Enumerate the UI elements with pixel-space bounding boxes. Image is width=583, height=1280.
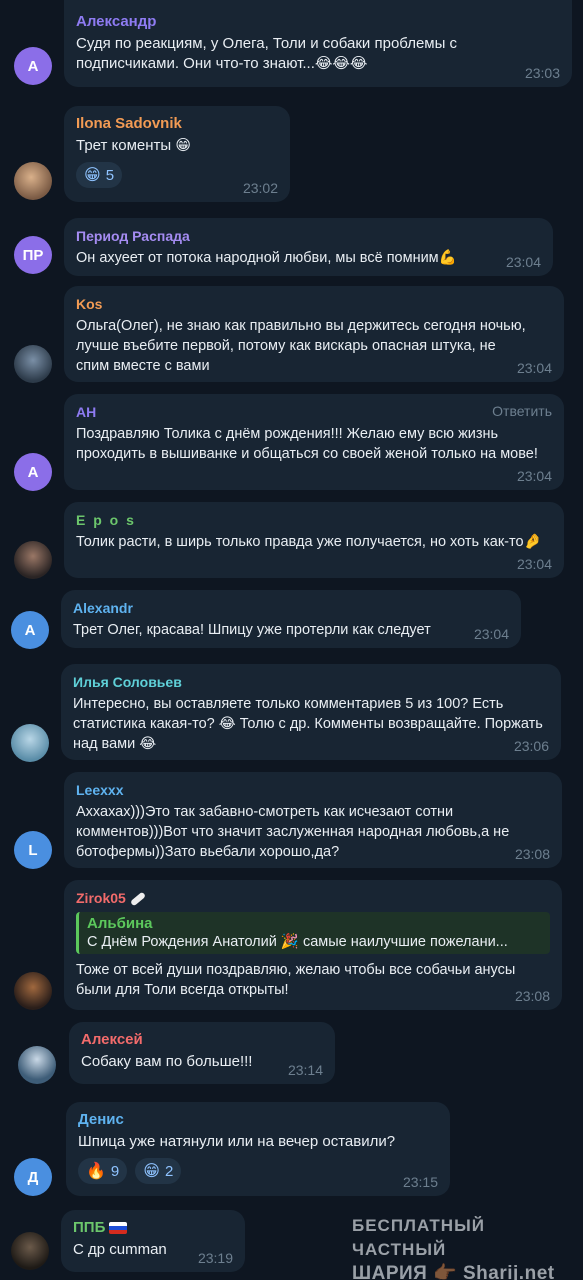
- grin-emoji-icon: 😁: [143, 1163, 160, 1180]
- reaction-button[interactable]: 😁 5: [76, 162, 123, 188]
- message-author[interactable]: Период Распада: [76, 226, 541, 246]
- message-bubble[interactable]: Alexandr Трет Олег, красава! Шпицу уже п…: [61, 590, 521, 648]
- watermark-line1: БЕСПЛАТНЫЙ ЧАСТНЫЙ: [352, 1216, 485, 1259]
- message-time: 23:15: [402, 1174, 438, 1190]
- message-text: Поздравляю Толика с днём рождения!!! Жел…: [76, 426, 538, 462]
- avatar-letter: Д: [27, 1168, 39, 1186]
- watermark: БЕСПЛАТНЫЙ ЧАСТНЫЙ ШАРИЯ 👉🏾 Sharij.net: [352, 1214, 583, 1280]
- avatar-letter: ПР: [22, 246, 44, 264]
- avatar-letter: L: [28, 841, 38, 859]
- message-time: 23:04: [505, 254, 541, 270]
- message-text: Тоже от всей души поздравляю, желаю чтоб…: [76, 962, 516, 998]
- author-name: ППБ: [73, 1219, 106, 1236]
- user-photo-icon[interactable]: [14, 162, 52, 200]
- message-text: Трет коменты 😁: [76, 137, 192, 154]
- message-bubble[interactable]: ППБ С др cumman 23:19: [61, 1210, 245, 1272]
- quote-text: С Днём Рождения Анатолий 🎉 самые наилучш…: [87, 934, 508, 950]
- message-text: Аххахах)))Это так забавно-смотреть как и…: [76, 804, 510, 860]
- message-text: Собаку вам по больше!!!: [81, 1053, 253, 1070]
- message-author[interactable]: Денис: [78, 1110, 438, 1130]
- message-bubble[interactable]: Zirok05 Альбина С Днём Рождения Анатолий…: [64, 880, 562, 1010]
- message: А Александр Судя по реакциям, у Олега, Т…: [0, 0, 583, 96]
- author-name: Zirok05: [76, 890, 126, 906]
- message-time: 23:06: [513, 738, 549, 754]
- grin-emoji-icon: 😁: [84, 167, 101, 184]
- message-time: 23:04: [516, 360, 552, 376]
- message-text: Трет Олег, красава! Шпицу уже протерли к…: [73, 622, 431, 638]
- avatar[interactable]: Д: [14, 1158, 52, 1196]
- message-author[interactable]: Zirok05: [76, 888, 550, 908]
- message-time: 23:04: [516, 468, 552, 484]
- message-time: 23:04: [473, 626, 509, 642]
- avatar[interactable]: А: [14, 47, 52, 85]
- message-author[interactable]: Алексей: [81, 1030, 323, 1050]
- message-bubble[interactable]: Leexxx Аххахах)))Это так забавно-смотрет…: [64, 772, 562, 868]
- avatar[interactable]: ПР: [14, 236, 52, 274]
- watermark-line2: ШАРИЯ 👉🏾 Sharij.net: [352, 1263, 555, 1280]
- message-author[interactable]: ППБ: [73, 1218, 233, 1238]
- message-time: 23:19: [197, 1250, 233, 1266]
- avatar[interactable]: А: [14, 453, 52, 491]
- message-bubble[interactable]: Период Распада Он ахуеет от потока народ…: [64, 218, 553, 276]
- message-author[interactable]: Leexxx: [76, 780, 550, 800]
- message-text: Судя по реакциям, у Олега, Толи и собаки…: [76, 35, 458, 72]
- message-bubble[interactable]: Денис Шпица уже натянули или на вечер ос…: [66, 1102, 450, 1196]
- reaction-count: 5: [105, 166, 115, 184]
- quote-author: Альбина: [87, 915, 153, 932]
- avatar[interactable]: A: [11, 611, 49, 649]
- message-time: 23:08: [514, 846, 550, 862]
- message-time: 23:03: [524, 65, 560, 81]
- message-text: Он ахуеет от потока народной любви, мы в…: [76, 250, 457, 266]
- message-bubble[interactable]: E p o s Толик расти, в ширь только правд…: [64, 502, 564, 578]
- message-bubble[interactable]: Александр Судя по реакциям, у Олега, Тол…: [64, 0, 572, 87]
- message-text: Толик расти, в ширь только правда уже по…: [76, 534, 542, 550]
- reaction-count: 2: [164, 1162, 174, 1180]
- message-author[interactable]: Александр: [76, 12, 560, 32]
- bone-icon: [129, 891, 146, 907]
- user-photo-icon[interactable]: [11, 724, 49, 762]
- user-photo-icon[interactable]: [18, 1046, 56, 1084]
- message-author[interactable]: АН: [76, 402, 552, 422]
- message-time: 23:14: [287, 1062, 323, 1078]
- avatar[interactable]: L: [14, 831, 52, 869]
- reaction-button[interactable]: 🔥 9: [78, 1158, 128, 1184]
- message-bubble[interactable]: Ilona Sadovnik Трет коменты 😁 😁 5 23:02: [64, 106, 290, 202]
- reaction-count: 9: [110, 1162, 120, 1180]
- reply-button[interactable]: Ответить: [492, 403, 552, 419]
- message-text: Интересно, вы оставляете только коммента…: [73, 696, 543, 752]
- reactions: 🔥 9 😁 2: [78, 1158, 438, 1184]
- message-time: 23:08: [514, 988, 550, 1004]
- message-author[interactable]: E p o s: [76, 510, 552, 530]
- user-photo-icon[interactable]: [14, 345, 52, 383]
- message-text: Шпица уже натянули или на вечер оставили…: [78, 1133, 396, 1150]
- avatar-letter: A: [24, 621, 36, 639]
- message-time: 23:02: [242, 180, 278, 196]
- user-photo-icon[interactable]: [11, 1232, 49, 1270]
- message-author[interactable]: Kos: [76, 294, 552, 314]
- reply-quote[interactable]: Альбина С Днём Рождения Анатолий 🎉 самые…: [76, 912, 550, 954]
- message-text: Ольга(Олег), не знаю как правильно вы де…: [76, 318, 526, 374]
- message-author[interactable]: Alexandr: [73, 598, 509, 618]
- message-bubble[interactable]: Илья Соловьев Интересно, вы оставляете т…: [61, 664, 561, 760]
- message-bubble[interactable]: Алексей Собаку вам по больше!!! 23:14: [69, 1022, 335, 1084]
- fire-emoji-icon: 🔥: [86, 1163, 106, 1180]
- avatar-letter: А: [27, 463, 39, 481]
- message-author[interactable]: Ilona Sadovnik: [76, 114, 278, 134]
- user-photo-icon[interactable]: [14, 541, 52, 579]
- avatar-letter: А: [27, 57, 39, 75]
- russia-flag-icon: [109, 1222, 128, 1235]
- message-time: 23:04: [516, 556, 552, 572]
- user-photo-icon[interactable]: [14, 972, 52, 1010]
- reaction-button[interactable]: 😁 2: [135, 1158, 182, 1184]
- message-author[interactable]: Илья Соловьев: [73, 672, 549, 692]
- chat-feed[interactable]: А Александр Судя по реакциям, у Олега, Т…: [0, 0, 583, 1280]
- message-bubble[interactable]: Kos Ольга(Олег), не знаю как правильно в…: [64, 286, 564, 382]
- message-bubble[interactable]: АН Ответить Поздравляю Толика с днём рож…: [64, 394, 564, 490]
